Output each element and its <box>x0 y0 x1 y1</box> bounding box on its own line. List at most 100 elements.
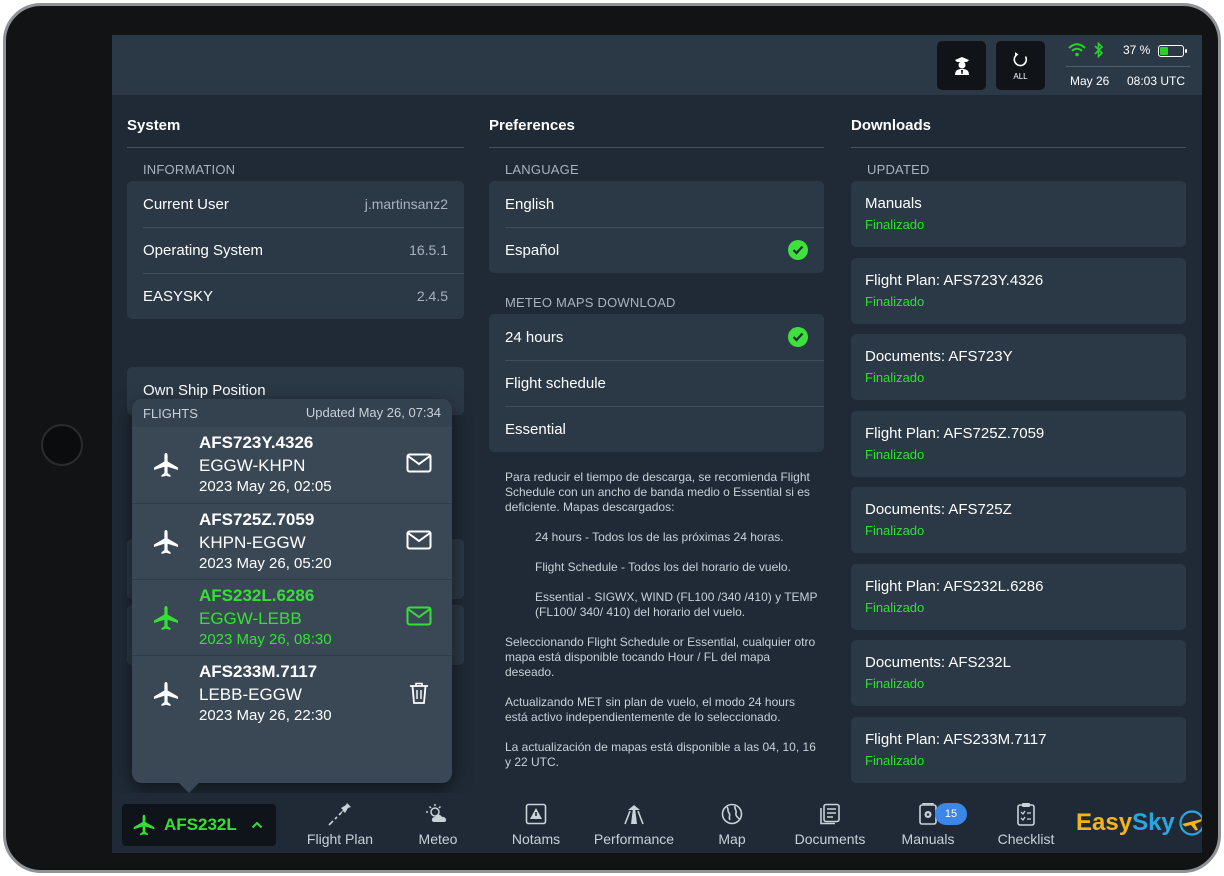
info-row-operating-system: Operating System 16.5.1 <box>127 227 464 273</box>
language-option-english[interactable]: English <box>489 181 824 227</box>
download-name: Documents: AFS725Z <box>865 501 1012 518</box>
tablet-frame: ALL 37 % May 26 08:03 UTC System INFORMA… <box>3 3 1221 873</box>
download-name: Flight Plan: AFS233M.7117 <box>865 731 1047 748</box>
meteo-option-label: Essential <box>505 420 566 438</box>
flight-row[interactable]: AFS723Y.4326 EGGW-KHPN 2023 May 26, 02:0… <box>132 427 452 503</box>
download-name: Flight Plan: AFS232L.6286 <box>865 578 1044 595</box>
language-label: LANGUAGE <box>505 162 579 177</box>
flight-code: AFS725Z.7059 <box>199 510 315 529</box>
refresh-all-button[interactable]: ALL <box>996 41 1045 90</box>
download-status: Finalizado <box>865 600 925 615</box>
info-row-label: EASYSKY <box>143 287 214 305</box>
meteo-note-paragraph: Seleccionando Flight Schedule or Essenti… <box>505 635 816 679</box>
language-option-espanol[interactable]: Español <box>489 227 824 273</box>
download-item: Documents: AFS232L Finalizado <box>851 640 1186 706</box>
tab-map[interactable]: Map <box>684 801 780 851</box>
info-row-label: Current User <box>143 195 229 213</box>
home-button[interactable] <box>41 424 83 466</box>
checklist-icon <box>1017 803 1035 826</box>
app-screen: ALL 37 % May 26 08:03 UTC System INFORMA… <box>112 35 1202 853</box>
language-card: English Español <box>489 181 824 273</box>
tab-label: Documents <box>794 831 866 847</box>
tab-meteo[interactable]: Meteo <box>390 801 486 851</box>
refresh-icon <box>1013 52 1027 67</box>
flight-datetime: 2023 May 26, 08:30 <box>199 631 332 648</box>
flight-row-selected[interactable]: AFS232L.6286 EGGW-LEBB 2023 May 26, 08:3… <box>132 579 452 655</box>
download-status: Finalizado <box>865 217 925 232</box>
flights-updated-label: Updated May 26, 07:34 <box>305 405 441 420</box>
battery-icon <box>1158 45 1187 57</box>
tab-label: Checklist <box>997 831 1055 847</box>
download-item: Flight Plan: AFS723Y.4326 Finalizado <box>851 258 1186 324</box>
download-item: Flight Plan: AFS233M.7117 Finalizado <box>851 717 1186 783</box>
tab-label: Notams <box>511 831 561 847</box>
info-row-value: 2.4.5 <box>416 288 448 304</box>
language-option-label: Español <box>505 241 560 259</box>
airplane-icon <box>154 606 178 630</box>
preferences-title: Preferences <box>489 117 575 134</box>
download-name: Manuals <box>865 195 922 212</box>
info-row-easysky: EASYSKY 2.4.5 <box>127 273 464 319</box>
documents-icon <box>820 803 840 825</box>
checkmark-icon <box>788 327 808 347</box>
meteo-option-flight-schedule[interactable]: Flight schedule <box>489 360 824 406</box>
download-status: Finalizado <box>865 523 925 538</box>
flight-datetime: 2023 May 26, 05:20 <box>199 555 332 572</box>
mail-icon[interactable] <box>406 453 432 473</box>
status-date: May 26 <box>1070 74 1110 88</box>
flight-row[interactable]: AFS725Z.7059 KHPN-EGGW 2023 May 26, 05:2… <box>132 503 452 579</box>
downloads-title: Downloads <box>851 117 932 134</box>
battery-fill <box>1160 47 1169 55</box>
preferences-column: Preferences LANGUAGE English Español MET… <box>489 95 824 795</box>
download-status: Finalizado <box>865 370 925 385</box>
tab-label: Manuals <box>901 831 955 847</box>
tab-documents[interactable]: Documents <box>782 801 878 851</box>
information-card: Current User j.martinsanz2 Operating Sys… <box>127 181 464 319</box>
information-label: INFORMATION <box>143 162 236 177</box>
meteo-option-24-hours[interactable]: 24 hours <box>489 314 824 360</box>
download-name: Flight Plan: AFS723Y.4326 <box>865 272 1044 289</box>
tab-manuals[interactable]: 15 Manuals <box>880 801 976 851</box>
trash-icon[interactable] <box>409 682 429 704</box>
flight-code: AFS232L.6286 <box>199 586 315 605</box>
flights-popover-header: FLIGHTS Updated May 26, 07:34 <box>132 399 452 427</box>
tab-label: Meteo <box>418 831 458 847</box>
logo-easy-text: Easy <box>1076 809 1133 836</box>
flights-popover-title: FLIGHTS <box>143 406 198 421</box>
info-row-label: Operating System <box>143 241 264 259</box>
status-indicators: 37 % <box>1068 42 1188 62</box>
tab-flight-plan[interactable]: Flight Plan <box>292 801 388 851</box>
pilot-profile-button[interactable] <box>937 41 986 90</box>
airplane-icon <box>154 453 178 477</box>
current-flight-selector[interactable]: AFS232L <box>122 804 276 846</box>
top-bar: ALL 37 % May 26 08:03 UTC <box>112 35 1202 95</box>
globe-icon <box>721 803 743 825</box>
meteo-note-paragraph: Actualizando MET sin plan de vuelo, el m… <box>505 695 795 724</box>
download-item: Manuals Finalizado <box>851 181 1186 247</box>
mail-icon[interactable] <box>406 606 432 626</box>
download-status: Finalizado <box>865 676 925 691</box>
battery-percent: 37 % <box>1123 43 1151 57</box>
info-row-value: j.martinsanz2 <box>364 196 448 212</box>
download-name: Documents: AFS232L <box>865 654 1011 671</box>
checkmark-icon <box>788 240 808 260</box>
tab-checklist[interactable]: Checklist <box>978 801 1074 851</box>
refresh-all-label: ALL <box>1013 72 1028 81</box>
meteo-option-essential[interactable]: Essential <box>489 406 824 452</box>
meteo-note-intro: Para reducir el tiempo de descarga, se r… <box>505 470 810 514</box>
language-option-label: English <box>505 195 555 213</box>
meteo-note-paragraph: La actualización de mapas está disponibl… <box>505 740 816 769</box>
meteo-option-label: 24 hours <box>505 328 564 346</box>
tab-performance[interactable]: Performance <box>586 801 682 851</box>
tab-notams[interactable]: Notams <box>488 801 584 851</box>
flight-plan-icon <box>328 803 351 826</box>
meteo-note-item: Flight Schedule - Todos los del horario … <box>535 560 791 574</box>
download-item: Documents: AFS723Y Finalizado <box>851 334 1186 400</box>
download-status: Finalizado <box>865 753 925 768</box>
mail-icon[interactable] <box>406 530 432 550</box>
airplane-icon <box>154 682 178 706</box>
pilot-icon <box>954 56 969 75</box>
flight-row[interactable]: AFS233M.7117 LEBB-EGGW 2023 May 26, 22:3… <box>132 655 452 731</box>
flight-code: AFS723Y.4326 <box>199 433 314 452</box>
flight-datetime: 2023 May 26, 02:05 <box>199 478 332 495</box>
